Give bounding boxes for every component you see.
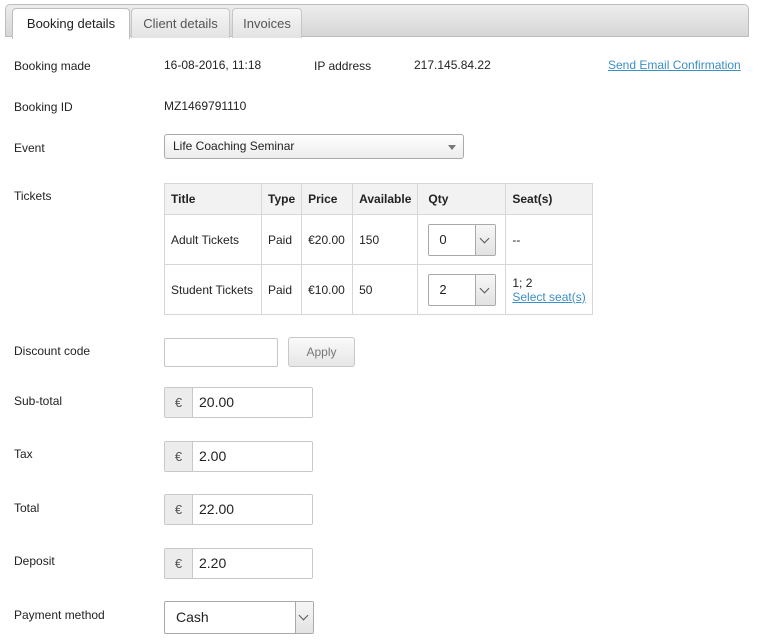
ticket-qty-cell: 0: [417, 214, 507, 265]
chevron-down-icon: [298, 610, 309, 621]
tax-label: Tax: [14, 447, 33, 461]
ticket-qty-cell: 2: [417, 264, 507, 315]
col-title: Title: [164, 183, 262, 215]
ticket-price: €20.00: [301, 214, 354, 265]
tax-value: 2.00: [199, 448, 227, 464]
tab-bar: Booking details Client details Invoices: [5, 4, 749, 39]
payment-method-value: Cash: [176, 609, 209, 625]
apply-button[interactable]: Apply: [288, 337, 355, 367]
ticket-seats: --: [505, 214, 594, 265]
qty-value: 0: [439, 231, 447, 247]
euro-icon: €: [165, 442, 193, 471]
payment-method-select[interactable]: Cash: [164, 601, 314, 634]
ticket-available: 50: [352, 264, 419, 315]
euro-icon: €: [165, 388, 193, 417]
chevron-down-icon: [479, 283, 490, 293]
table-row: Student Tickets Paid €10.00 50 2 1; 2 Se…: [164, 264, 594, 315]
dropdown-arrow-icon: [448, 145, 456, 150]
subtotal-value: 20.00: [199, 394, 235, 410]
tab-client-details[interactable]: Client details: [131, 8, 230, 38]
col-price: Price: [301, 183, 354, 215]
tickets-label: Tickets: [14, 189, 52, 203]
discount-code-label: Discount code: [14, 344, 91, 358]
subtotal-label: Sub-total: [14, 394, 63, 408]
qty-select[interactable]: 2: [428, 273, 497, 306]
qty-value: 2: [439, 281, 447, 297]
col-qty: Qty: [417, 183, 507, 215]
total-field[interactable]: € 22.00: [164, 494, 313, 525]
chevron-down-icon: [479, 233, 490, 243]
table-row: Adult Tickets Paid €20.00 150 0 --: [164, 214, 594, 265]
ticket-available: 150: [352, 214, 419, 265]
tab-booking-details[interactable]: Booking details: [12, 8, 130, 39]
qty-select[interactable]: 0: [428, 223, 497, 256]
euro-icon: €: [165, 549, 193, 578]
col-available: Available: [352, 183, 419, 215]
booking-id-value: MZ1469791110: [164, 99, 247, 113]
ip-address-label: IP address: [314, 59, 372, 73]
select-seats-link[interactable]: Select seat(s): [512, 290, 586, 304]
col-type: Type: [260, 183, 303, 215]
total-label: Total: [14, 501, 40, 515]
deposit-value: 2.20: [199, 555, 227, 571]
table-header-row: Title Type Price Available Qty Seat(s): [164, 183, 594, 215]
tab-invoices[interactable]: Invoices: [232, 8, 302, 38]
ticket-title: Student Tickets: [164, 264, 262, 315]
ticket-seats: 1; 2: [512, 275, 533, 290]
payment-method-label: Payment method: [14, 608, 105, 622]
subtotal-field[interactable]: € 20.00: [164, 387, 313, 418]
send-email-confirmation-link[interactable]: Send Email Confirmation: [608, 58, 741, 72]
ticket-price: €10.00: [301, 264, 354, 315]
discount-code-input[interactable]: [164, 338, 278, 367]
booking-made-value: 16-08-2016, 11:18: [164, 58, 262, 72]
ticket-type: Paid: [260, 214, 303, 265]
tax-field[interactable]: € 2.00: [164, 441, 313, 472]
ticket-seats-cell: 1; 2 Select seat(s): [505, 264, 594, 315]
qty-dropdown-button[interactable]: [475, 274, 496, 305]
ip-address-value: 217.145.84.22: [414, 58, 491, 72]
col-seats: Seat(s): [505, 183, 594, 215]
payment-dropdown-button[interactable]: [295, 602, 313, 633]
deposit-label: Deposit: [14, 554, 55, 568]
booking-id-label: Booking ID: [14, 100, 73, 114]
euro-icon: €: [165, 495, 193, 524]
qty-dropdown-button[interactable]: [475, 224, 496, 255]
ticket-type: Paid: [260, 264, 303, 315]
tickets-table: Title Type Price Available Qty Seat(s) A…: [164, 183, 594, 315]
ticket-title: Adult Tickets: [164, 214, 262, 265]
event-select[interactable]: Life Coaching Seminar: [164, 134, 464, 159]
total-value: 22.00: [199, 501, 235, 517]
event-select-value: Life Coaching Seminar: [173, 139, 295, 153]
event-label: Event: [14, 141, 45, 155]
booking-made-label: Booking made: [14, 59, 91, 73]
deposit-field[interactable]: € 2.20: [164, 548, 313, 579]
